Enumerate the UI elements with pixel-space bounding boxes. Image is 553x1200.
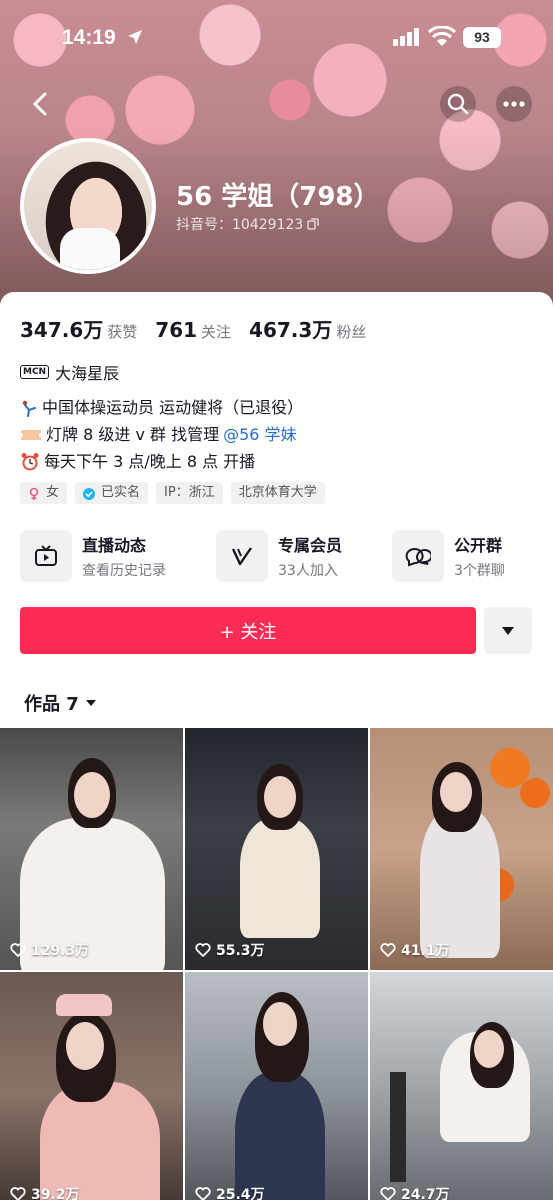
bio-text: 灯牌 8 级进 v 群 找管理 [46, 425, 220, 444]
heart-icon [380, 1187, 396, 1200]
battery-indicator: 93 [463, 27, 501, 48]
group-chat-entry[interactable]: 公开群 3个群聊 [392, 530, 505, 582]
v-icon [216, 530, 268, 582]
stat-label: 关注 [201, 323, 232, 341]
douyin-id-text: 抖音号：10429123 [176, 217, 304, 233]
video-thumbnail[interactable]: 25.4万 [185, 972, 368, 1200]
feature-title: 公开群 [454, 536, 503, 555]
video-thumbnail[interactable]: 129.3万 [0, 728, 183, 970]
caret-down-icon [502, 626, 514, 635]
feature-title: 直播动态 [82, 536, 147, 555]
likes-count: 24.7万 [380, 1184, 450, 1200]
stat-label: 获赞 [107, 323, 138, 341]
caret-down-icon [85, 700, 96, 706]
profile-stats: 347.6万 获赞 761 关注 467.3万 粉丝 [20, 314, 384, 343]
back-button[interactable] [22, 86, 58, 122]
likes-text: 24.7万 [401, 1187, 450, 1200]
works-tab[interactable]: 作品 7 [24, 690, 97, 716]
heart-icon [195, 943, 211, 957]
feature-title: 专属会员 [278, 536, 343, 555]
bio-text: 中国体操运动员 运动健将（已退役） [42, 398, 304, 417]
likes-text: 25.4万 [216, 1187, 265, 1200]
ip-location-tag: IP：浙江 [156, 482, 223, 504]
likes-text: 129.3万 [31, 943, 90, 959]
follow-row: + 关注 [20, 607, 532, 655]
membership-entry[interactable]: 专属会员 33人加入 [216, 530, 342, 582]
video-thumbnail[interactable]: 24.7万 [370, 972, 553, 1200]
follow-button[interactable]: + 关注 [20, 607, 476, 654]
more-actions-dropdown[interactable] [484, 607, 532, 654]
more-dots-icon [503, 101, 525, 107]
feature-entries: 直播动态 查看历史记录 专属会员 33人加入 公开群 3个群聊 [20, 530, 540, 586]
stat-followers[interactable]: 467.3万 粉丝 [249, 314, 366, 343]
profile-tags: 女 已实名 IP：浙江 北京体育大学 [20, 482, 325, 504]
feature-subtitle: 查看历史记录 [82, 563, 166, 579]
stat-label: 粉丝 [336, 323, 367, 341]
profile-card: 347.6万 获赞 761 关注 467.3万 粉丝 MCN 大海星辰 中国体操… [0, 292, 553, 1200]
likes-count: 25.4万 [195, 1184, 265, 1200]
heart-icon [10, 1187, 26, 1200]
douyin-id[interactable]: 抖音号：10429123 [176, 214, 319, 234]
chevron-left-icon [32, 92, 47, 116]
likes-text: 41.1万 [401, 943, 450, 959]
video-thumbnail[interactable]: 55.3万 [185, 728, 368, 970]
bio-line: 中国体操运动员 运动健将（已退役） [20, 394, 303, 421]
feature-subtitle: 33人加入 [278, 563, 338, 579]
chat-icon [392, 530, 444, 582]
stat-following[interactable]: 761 关注 [155, 318, 231, 342]
bio-text: 每天下午 3 点/晚上 8 点 开播 [44, 452, 256, 471]
profile-nickname: 56 学姐（798） [176, 182, 380, 212]
stat-number: 347.6万 [20, 318, 104, 342]
tv-icon [20, 530, 72, 582]
video-thumbnail[interactable]: 39.2万 [0, 972, 183, 1200]
wifi-icon [428, 26, 456, 46]
bio-line: 灯牌 8 级进 v 群 找管理 @56 学妹 [20, 421, 303, 448]
works-tab-label: 作品 7 [24, 694, 79, 715]
likes-count: 129.3万 [10, 940, 89, 960]
likes-text: 55.3万 [216, 943, 265, 959]
status-time: 14:19 [62, 26, 116, 49]
mcn-name: 大海星辰 [55, 364, 120, 383]
copy-icon [307, 218, 319, 230]
stat-likes[interactable]: 347.6万 获赞 [20, 314, 137, 343]
heart-icon [380, 943, 396, 957]
heart-icon [195, 1187, 211, 1200]
works-grid: 129.3万 55.3万 41.1万 39.2万 25.4万 24.7万 [0, 728, 553, 1200]
location-arrow-icon [128, 30, 142, 44]
stat-number: 761 [155, 318, 198, 342]
female-icon [29, 487, 39, 500]
ticket-icon [21, 429, 41, 440]
likes-text: 39.2万 [31, 1187, 80, 1200]
cellular-signal-icon [393, 28, 419, 46]
bio-mention-link[interactable]: @56 学妹 [223, 421, 296, 448]
video-thumbnail[interactable]: 41.1万 [370, 728, 553, 970]
mcn-row[interactable]: MCN 大海星辰 [20, 360, 119, 384]
verified-icon [83, 488, 95, 500]
live-history-entry[interactable]: 直播动态 查看历史记录 [20, 530, 166, 582]
bio-line: 每天下午 3 点/晚上 8 点 开播 [20, 448, 303, 475]
likes-count: 55.3万 [195, 940, 265, 960]
gymnast-icon [22, 400, 36, 417]
avatar[interactable] [20, 138, 156, 274]
stat-number: 467.3万 [249, 318, 333, 342]
search-icon [447, 93, 469, 115]
more-options-button[interactable] [496, 86, 532, 122]
feature-subtitle: 3个群聊 [454, 563, 505, 579]
search-button[interactable] [440, 86, 476, 122]
likes-count: 39.2万 [10, 1184, 80, 1200]
school-tag[interactable]: 北京体育大学 [230, 482, 325, 504]
likes-count: 41.1万 [380, 940, 450, 960]
profile-bio: 中国体操运动员 运动健将（已退役） 灯牌 8 级进 v 群 找管理 @56 学妹… [20, 394, 303, 475]
mcn-badge-icon: MCN [20, 365, 50, 379]
alarm-clock-icon [21, 452, 39, 470]
heart-icon [10, 943, 26, 957]
status-bar: 14:19 93 [0, 20, 553, 56]
